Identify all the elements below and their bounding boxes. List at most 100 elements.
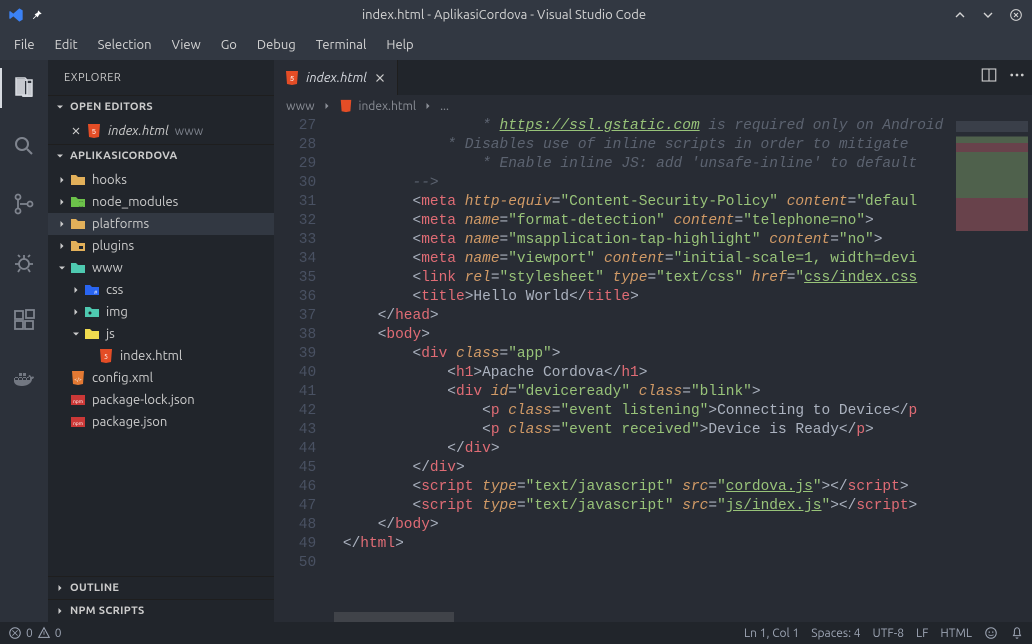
menu-terminal[interactable]: Terminal — [306, 34, 377, 56]
status-cursor[interactable]: Ln 1, Col 1 — [744, 627, 799, 640]
section-npm-scripts[interactable]: NPM SCRIPTS — [48, 600, 274, 622]
npm-icon: npm — [70, 392, 86, 408]
more-icon[interactable] — [1008, 66, 1026, 84]
tree-item-label: hooks — [92, 173, 127, 187]
tree-item-css[interactable]: #css — [48, 279, 274, 301]
warning-icon — [37, 626, 51, 640]
activity-debug[interactable] — [0, 242, 48, 282]
menu-view[interactable]: View — [162, 34, 211, 56]
html-file-icon: 5 — [86, 123, 102, 139]
svg-text:5: 5 — [92, 129, 96, 136]
minimize-icon[interactable] — [952, 7, 968, 23]
split-editor-icon[interactable] — [980, 66, 998, 84]
tree-item-label: img — [106, 305, 128, 319]
tree-item-label: js — [106, 327, 115, 341]
chevron-icon — [56, 416, 68, 428]
menu-selection[interactable]: Selection — [88, 34, 162, 56]
svg-text:npm: npm — [73, 420, 83, 426]
tree-item-label: www — [92, 261, 123, 275]
status-language[interactable]: HTML — [940, 627, 972, 640]
tree-item-config-xml[interactable]: </>config.xml — [48, 367, 274, 389]
tree-item-package-json[interactable]: npmpackage.json — [48, 411, 274, 433]
pin-icon[interactable] — [30, 8, 44, 22]
line-number-gutter: 2728293031323334353637383940414243444546… — [274, 117, 334, 622]
status-encoding[interactable]: UTF-8 — [873, 627, 904, 640]
chevron-icon — [70, 284, 82, 296]
vscode-icon — [8, 7, 24, 23]
activity-bar — [0, 60, 48, 622]
breadcrumb[interactable]: www index.html ... — [274, 95, 1032, 117]
editor-area: 5 index.html www index.html ... 27282930… — [274, 60, 1032, 622]
tree-item-node_modules[interactable]: node_modules — [48, 191, 274, 213]
activity-source-control[interactable] — [0, 184, 48, 224]
tree-item-label: package-lock.json — [92, 393, 195, 407]
folder-plug-icon — [70, 238, 86, 254]
chevron-icon — [56, 218, 68, 230]
folder-www-icon — [70, 260, 86, 276]
status-bar: 0 0 Ln 1, Col 1 Spaces: 4 UTF-8 LF HTML — [0, 622, 1032, 644]
section-outline[interactable]: OUTLINE — [48, 577, 274, 599]
tree-item-label: index.html — [120, 349, 182, 363]
activity-search[interactable] — [0, 126, 48, 166]
chevron-right-icon — [422, 100, 434, 112]
tree-item-www[interactable]: www — [48, 257, 274, 279]
folder-css-icon: # — [84, 282, 100, 298]
folder-img-icon — [84, 304, 100, 320]
tree-item-plugins[interactable]: plugins — [48, 235, 274, 257]
tree-item-label: config.xml — [92, 371, 153, 385]
svg-text:npm: npm — [73, 398, 83, 404]
minimap[interactable] — [952, 117, 1032, 622]
tree-item-label: platforms — [92, 217, 149, 231]
chevron-down-icon — [54, 150, 66, 162]
menu-go[interactable]: Go — [211, 34, 247, 56]
scrollbar-thumb[interactable] — [334, 612, 454, 622]
tree-item-platforms[interactable]: platforms — [48, 213, 274, 235]
status-problems[interactable]: 0 0 — [8, 626, 62, 640]
chevron-down-icon — [54, 101, 66, 113]
tree-item-label: node_modules — [92, 195, 178, 209]
code-content[interactable]: * https://ssl.gstatic.com is required on… — [334, 117, 952, 622]
activity-docker[interactable] — [0, 358, 48, 398]
tree-item-index-html[interactable]: 5index.html — [48, 345, 274, 367]
activity-extensions[interactable] — [0, 300, 48, 340]
folder-js-icon — [84, 326, 100, 342]
status-eol[interactable]: LF — [916, 627, 928, 640]
section-open-editors[interactable]: OPEN EDITORS — [48, 96, 274, 118]
section-workspace[interactable]: APLIKASICORDOVA — [48, 145, 274, 167]
tree-item-js[interactable]: js — [48, 323, 274, 345]
status-spaces[interactable]: Spaces: 4 — [811, 627, 860, 640]
close-icon[interactable] — [70, 125, 82, 137]
menu-file[interactable]: File — [4, 34, 45, 56]
chevron-icon — [84, 350, 96, 362]
tree-item-label: plugins — [92, 239, 134, 253]
activity-explorer[interactable] — [0, 68, 48, 108]
npm-icon: npm — [70, 414, 86, 430]
code-editor[interactable]: 2728293031323334353637383940414243444546… — [274, 117, 1032, 622]
chevron-icon — [56, 174, 68, 186]
sidebar: EXPLORER OPEN EDITORS 5 index.html www A… — [48, 60, 274, 622]
menu-help[interactable]: Help — [376, 34, 423, 56]
tab-index-html[interactable]: 5 index.html — [274, 60, 398, 95]
chevron-icon — [56, 372, 68, 384]
close-icon[interactable] — [373, 71, 387, 85]
chevron-right-icon — [54, 582, 66, 594]
close-icon[interactable] — [1008, 7, 1024, 23]
horizontal-scrollbar[interactable] — [334, 612, 952, 622]
html-file-icon: 5 — [284, 70, 300, 86]
tree-item-hooks[interactable]: hooks — [48, 169, 274, 191]
svg-text:5: 5 — [290, 76, 294, 83]
tree-item-package-lock-json[interactable]: npm package-lock.json — [48, 389, 274, 411]
bell-icon[interactable] — [1010, 626, 1024, 640]
menu-edit[interactable]: Edit — [45, 34, 88, 56]
html-file-icon — [339, 99, 353, 113]
chevron-icon — [56, 394, 68, 406]
folder-node-icon — [70, 194, 86, 210]
tree-item-img[interactable]: img — [48, 301, 274, 323]
feedback-icon[interactable] — [984, 626, 998, 640]
open-editor-item[interactable]: 5 index.html www — [48, 120, 274, 142]
folder-icon — [70, 216, 86, 232]
menu-debug[interactable]: Debug — [247, 34, 306, 56]
chevron-icon — [56, 196, 68, 208]
window-title: index.html - AplikasiCordova - Visual St… — [56, 8, 952, 22]
maximize-icon[interactable] — [980, 7, 996, 23]
